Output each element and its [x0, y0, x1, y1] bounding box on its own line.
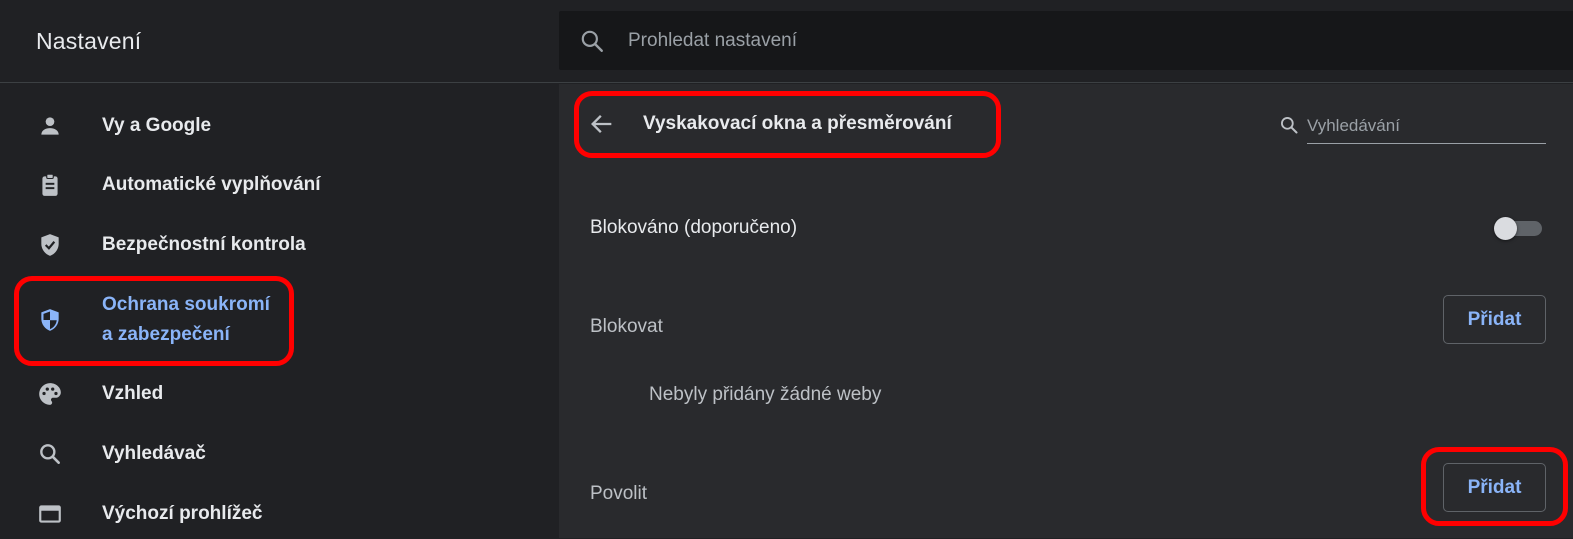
shield-check-icon: [41, 234, 59, 256]
highlight-box-allow-add: [1421, 447, 1568, 526]
sidebar-item-appearance[interactable]: Vzhled: [0, 369, 558, 419]
sidebar-item-safety-check[interactable]: Bezpečnostní kontrola: [0, 220, 558, 270]
block-empty-text: Nebyly přidány žádné weby: [649, 384, 882, 405]
highlight-box-privacy: [14, 276, 294, 366]
sidebar-item-label: Automatické vyplňování: [102, 174, 321, 195]
block-section-label: Blokovat: [590, 316, 663, 337]
top-bar: Nastavení: [0, 0, 1573, 83]
sidebar-item-autofill[interactable]: Automatické vyplňování: [0, 160, 558, 210]
search-icon: [581, 30, 603, 52]
toggle-knob: [1494, 217, 1517, 240]
sidebar-item-label: Vzhled: [102, 383, 164, 404]
highlight-box-title: [574, 91, 1001, 158]
clipboard-icon: [42, 173, 58, 196]
sidebar-item-label: Vyhledávač: [102, 443, 206, 464]
blocked-toggle[interactable]: [1494, 216, 1544, 240]
browser-window-icon: [39, 505, 61, 523]
settings-search-box[interactable]: [559, 11, 1573, 70]
person-icon: [41, 117, 59, 135]
allow-section-label: Povolit: [590, 483, 648, 504]
sidebar-item-search-engine[interactable]: Vyhledávač: [0, 429, 558, 479]
search-icon: [1281, 117, 1298, 134]
block-add-button[interactable]: Přidat: [1443, 295, 1546, 344]
app-title: Nastavení: [36, 28, 142, 54]
sidebar-item-label: Výchozí prohlížeč: [102, 503, 263, 524]
sidebar-item-label: Vy a Google: [102, 115, 212, 136]
palette-icon: [39, 383, 61, 405]
sidebar-item-you-and-google[interactable]: Vy a Google: [0, 101, 558, 151]
sidebar-item-label: Bezpečnostní kontrola: [102, 234, 306, 255]
sidebar-item-default-browser[interactable]: Výchozí prohlížeč: [0, 489, 558, 539]
subpage-search-input[interactable]: [1307, 108, 1546, 144]
settings-search-input[interactable]: [628, 27, 1528, 55]
blocked-setting-label: Blokováno (doporučeno): [590, 217, 798, 238]
search-icon: [40, 444, 60, 464]
